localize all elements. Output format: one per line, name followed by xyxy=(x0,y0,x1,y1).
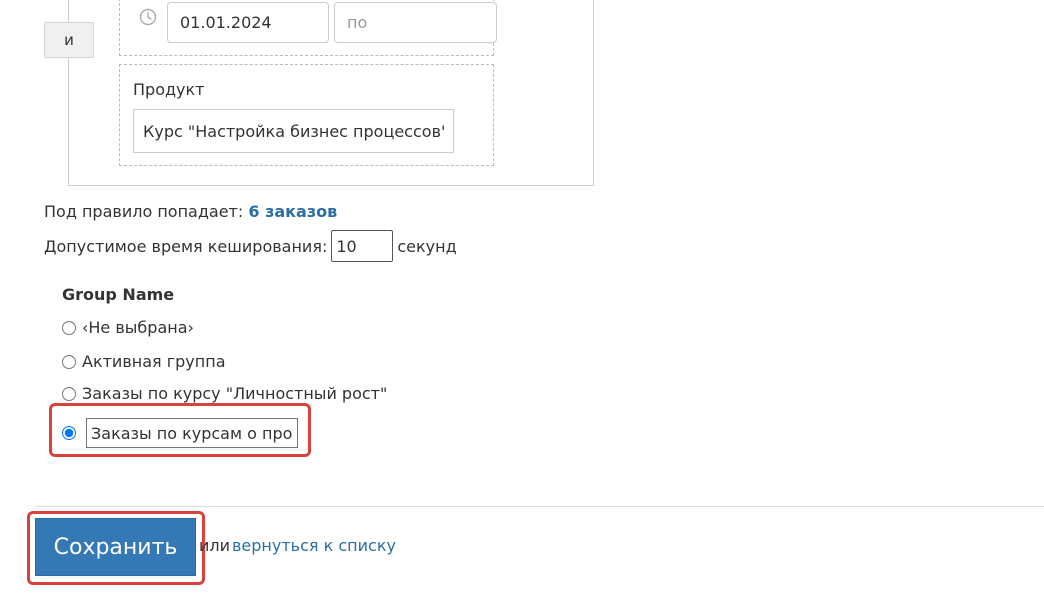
group-option-label: Активная группа xyxy=(82,352,226,371)
clock-icon xyxy=(139,8,157,26)
back-to-list-link[interactable]: вернуться к списку xyxy=(232,536,396,555)
date-to-input[interactable] xyxy=(334,2,497,43)
group-radio-new[interactable] xyxy=(62,426,76,440)
cache-time-input[interactable] xyxy=(331,230,394,262)
cache-prefix: Допустимое время кеширования: xyxy=(44,236,328,256)
group-option-label: Заказы по курсу "Личностный рост" xyxy=(82,384,388,403)
group-radio-none[interactable] xyxy=(62,320,76,335)
product-input[interactable] xyxy=(133,109,454,153)
cache-line: Допустимое время кеширования: секунд xyxy=(44,230,457,262)
group-option-new[interactable] xyxy=(62,418,298,448)
and-operator-button[interactable]: и xyxy=(44,22,94,58)
group-option-none[interactable]: ‹Не выбрана› xyxy=(62,318,194,337)
matches-line: Под правило попадает: 6 заказов xyxy=(44,202,337,221)
group-option-label: ‹Не выбрана› xyxy=(82,318,194,337)
group-option-active[interactable]: Активная группа xyxy=(62,352,226,371)
group-option-personal-growth[interactable]: Заказы по курсу "Личностный рост" xyxy=(62,384,387,403)
matches-count-link[interactable]: 6 заказов xyxy=(248,202,337,221)
group-radio-personal-growth[interactable] xyxy=(62,386,76,401)
new-group-name-input[interactable] xyxy=(86,418,298,448)
product-label: Продукт xyxy=(133,80,205,99)
cache-suffix: секунд xyxy=(397,236,457,256)
matches-prefix: Под правило попадает: xyxy=(44,202,244,221)
date-from-input[interactable] xyxy=(167,2,329,43)
or-text: или xyxy=(199,536,231,555)
group-name-title: Group Name xyxy=(62,285,175,304)
divider xyxy=(36,506,1044,507)
group-radio-active[interactable] xyxy=(62,354,76,369)
save-button[interactable]: Сохранить xyxy=(35,518,196,576)
